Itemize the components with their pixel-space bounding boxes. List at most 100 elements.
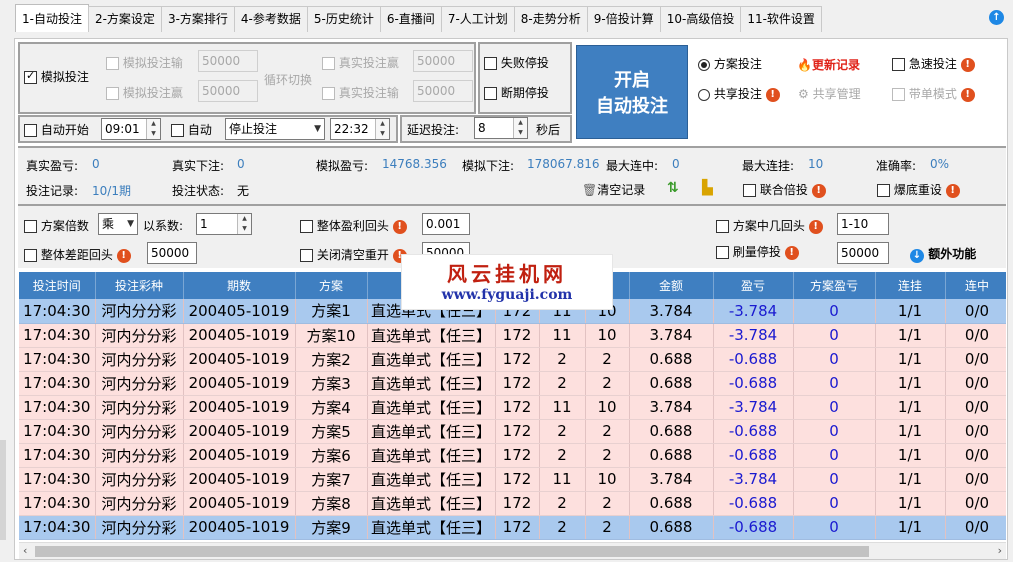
watermark-line1: 风云挂机网 <box>447 262 567 286</box>
sort-arrows-icon[interactable]: ⇅ <box>667 180 679 196</box>
update-record-link[interactable]: 🔥更新记录 <box>797 56 860 73</box>
multiple-op-select[interactable]: 乘 ▼ <box>98 213 138 235</box>
plan-bet-radio[interactable]: 方案投注 <box>698 55 762 72</box>
extra-function-button[interactable]: ↓ 额外功能 <box>910 245 976 263</box>
share-management-button[interactable]: ⚙ 共享管理 <box>798 85 861 102</box>
table-row[interactable]: 17:04:30 河内分分彩 200405-1019 方案9 直选单式【任三】 172 2 2… <box>19 515 1006 540</box>
tab-4[interactable]: 4-参考数据 <box>233 6 308 32</box>
auto-start-checkbox[interactable]: 自动开始 <box>24 121 89 138</box>
watermark-logo: 风云挂机网 www.fyguaji.com <box>401 254 613 310</box>
sim-lose-input[interactable]: 50000 <box>198 50 258 72</box>
column-header[interactable]: 投注彩种 <box>95 272 184 299</box>
overall-diff-checkbox[interactable]: 整体差距回头 ! <box>24 246 131 263</box>
real-win-input[interactable]: 50000 <box>413 50 473 72</box>
table-cell: 11 <box>539 467 586 492</box>
table-cell: 方案6 <box>295 443 368 468</box>
tab-11[interactable]: 11-软件设置 <box>740 6 822 32</box>
hierarchy-icon[interactable]: ▙ <box>702 180 713 196</box>
column-header[interactable]: 盈亏 <box>713 272 794 299</box>
overall-diff-input[interactable]: 50000 <box>147 242 197 264</box>
table-cell: 河内分分彩 <box>95 467 184 492</box>
share-bet-radio[interactable]: 共享投注 ! <box>698 85 780 102</box>
spin-arrows-icon[interactable]: ▲ ▼ <box>375 119 389 139</box>
table-row[interactable]: 17:04:30 河内分分彩 200405-1019 方案2 直选单式【任三】 172 2 2… <box>19 347 1006 372</box>
start-time-input[interactable]: 09:01 ▲ ▼ <box>101 118 161 140</box>
scroll-thumb[interactable] <box>35 546 869 557</box>
sim-win-checkbox[interactable]: 模拟投注赢 <box>106 84 183 101</box>
table-cell: 172 <box>495 491 540 516</box>
clear-record-button[interactable]: 🗑清空记录 <box>582 181 645 198</box>
table-cell: 0.688 <box>629 419 714 444</box>
overall-profit-checkbox[interactable]: 整体盈利回头 ! <box>300 217 407 234</box>
real-lose-checkbox[interactable]: 真实投注输 <box>322 84 399 101</box>
start-auto-bet-button[interactable]: 开启 自动投注 <box>576 45 688 139</box>
tab-5[interactable]: 5-历史统计 <box>306 6 381 32</box>
plan-multiple-checkbox[interactable]: 方案倍数 <box>24 217 89 234</box>
table-row[interactable]: 17:04:30 河内分分彩 200405-1019 方案7 直选单式【任三】 172 11… <box>19 467 1006 492</box>
chevron-down-icon: ▼ <box>314 124 321 134</box>
follow-mode-checkbox[interactable]: 带单模式 ! <box>892 85 975 102</box>
spin-arrows-icon[interactable]: ▲ ▼ <box>146 119 160 139</box>
blowup-reset-checkbox[interactable]: 爆底重设 ! <box>877 181 960 198</box>
table-row[interactable]: 17:04:30 河内分分彩 200405-1019 方案10 直选单式【任三】 172 1… <box>19 323 1006 348</box>
brush-stop-checkbox[interactable]: 刷量停投 ! <box>716 243 799 260</box>
table-row[interactable]: 17:04:30 河内分分彩 200405-1019 方案3 直选单式【任三】 172 2 2… <box>19 371 1006 396</box>
table-row[interactable]: 17:04:30 河内分分彩 200405-1019 方案8 直选单式【任三】 172 2 2… <box>19 491 1006 516</box>
table-cell: 0.688 <box>629 347 714 372</box>
column-header[interactable]: 连中 <box>945 272 1006 299</box>
brush-stop-input[interactable]: 50000 <box>837 242 889 264</box>
coef-input[interactable]: 1 ▲ ▼ <box>196 213 252 235</box>
tab-9[interactable]: 9-倍投计算 <box>586 6 661 32</box>
warning-icon: ! <box>765 87 780 102</box>
overall-profit-input[interactable]: 0.001 <box>422 213 470 235</box>
real-win-checkbox[interactable]: 真实投注赢 <box>322 54 399 71</box>
tab-6[interactable]: 6-直播间 <box>379 6 442 32</box>
table-row[interactable]: 17:04:30 河内分分彩 200405-1019 方案5 直选单式【任三】 172 2 2… <box>19 419 1006 444</box>
tab-8[interactable]: 8-走势分析 <box>513 6 588 32</box>
tab-7[interactable]: 7-人工计划 <box>440 6 515 32</box>
table-cell: 0/0 <box>945 467 1006 492</box>
column-header[interactable]: 连挂 <box>875 272 946 299</box>
table-cell: 0.688 <box>629 491 714 516</box>
plan-hit-input[interactable]: 1-10 <box>837 213 889 235</box>
help-icon[interactable]: ↑ <box>989 10 1004 25</box>
column-header[interactable]: 方案 <box>295 272 368 299</box>
table-cell: 200405-1019 <box>183 443 296 468</box>
table-cell: 200405-1019 <box>183 467 296 492</box>
auto-action-select[interactable]: 停止投注 ▼ <box>225 118 325 140</box>
plan-bet-label: 方案投注 <box>713 57 762 71</box>
sim-bet-checkbox[interactable]: 模拟投注 <box>24 68 89 85</box>
horizontal-scrollbar[interactable]: ‹ › <box>19 542 1006 559</box>
column-header[interactable]: 投注时间 <box>19 272 96 299</box>
auto-checkbox[interactable]: 自动 <box>171 121 212 138</box>
plan-hit-checkbox[interactable]: 方案中几回头 ! <box>716 217 823 234</box>
table-row[interactable]: 17:04:30 河内分分彩 200405-1019 方案6 直选单式【任三】 172 2 2… <box>19 443 1006 468</box>
fail-stop-checkbox[interactable]: 失败停投 <box>484 54 549 71</box>
spin-arrows-icon[interactable]: ▲ ▼ <box>237 214 251 234</box>
column-header[interactable]: 方案盈亏 <box>793 272 876 299</box>
column-header[interactable]: 期数 <box>183 272 296 299</box>
warning-icon: ! <box>116 248 131 263</box>
end-time-input[interactable]: 22:32 ▲ ▼ <box>330 118 390 140</box>
table-row[interactable]: 17:04:30 河内分分彩 200405-1019 方案4 直选单式【任三】 172 11… <box>19 395 1006 420</box>
scroll-right-icon[interactable]: › <box>998 544 1002 557</box>
tab-10[interactable]: 10-高级倍投 <box>659 6 742 32</box>
real-lose-input[interactable]: 50000 <box>413 80 473 102</box>
delay-input[interactable]: 8 ▲ ▼ <box>474 117 528 139</box>
sim-win-input[interactable]: 50000 <box>198 80 258 102</box>
table-cell: 172 <box>495 395 540 420</box>
tab-3[interactable]: 3-方案排行 <box>160 6 235 32</box>
break-stop-checkbox[interactable]: 断期停投 <box>484 84 549 101</box>
tab-1[interactable]: 1-自动投注 <box>15 4 89 32</box>
close-reset-checkbox[interactable]: 关闭清空重开 ! <box>300 246 407 263</box>
spin-arrows-icon[interactable]: ▲ ▼ <box>513 118 527 138</box>
table-cell: 200405-1019 <box>183 347 296 372</box>
sim-lose-checkbox[interactable]: 模拟投注输 <box>106 54 183 71</box>
fast-bet-checkbox[interactable]: 急速投注 ! <box>892 55 975 72</box>
tab-2[interactable]: 2-方案设定 <box>87 6 162 32</box>
table-cell: 河内分分彩 <box>95 347 184 372</box>
table-cell: -0.688 <box>713 371 794 396</box>
scroll-left-icon[interactable]: ‹ <box>23 544 27 557</box>
joint-multiple-checkbox[interactable]: 联合倍投 ! <box>743 181 826 198</box>
column-header[interactable]: 金额 <box>629 272 714 299</box>
